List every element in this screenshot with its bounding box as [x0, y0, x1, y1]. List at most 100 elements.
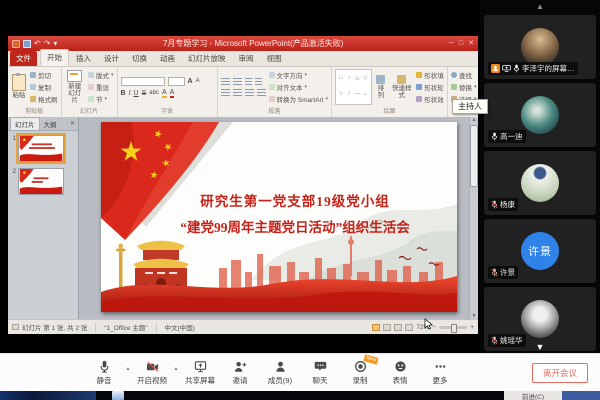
redo-icon[interactable]: ↷ — [44, 39, 51, 48]
quick-styles-button[interactable]: 快速样式 — [390, 69, 413, 105]
shapes-gallery[interactable]: □ ○ △ ◇ ☆ / — ↔ — [334, 69, 372, 105]
slide-title-line1[interactable]: 研究生第一党支部19级党小组 — [200, 193, 390, 209]
slide-canvas[interactable]: 研究生第一党支部19级党小组 “建党99周年主题党日活动”组织生活会 — [100, 122, 457, 312]
title-bar[interactable]: ↶ ↷ ▾ 7月专题学习 - Microsoft PowerPoint(产品激活… — [8, 36, 478, 51]
normal-view-button[interactable] — [372, 323, 381, 331]
chat-button[interactable]: 聊天 — [300, 360, 340, 386]
share-screen-button[interactable]: 共享屏幕 — [180, 360, 220, 386]
slide-sorter-view-button[interactable] — [383, 323, 392, 331]
smartart-button[interactable]: 转换为 SmartArt ▾ — [268, 94, 328, 104]
panel-close-icon[interactable]: ✕ — [70, 120, 78, 127]
align-text-button[interactable]: 对齐文本 ▾ — [268, 82, 328, 92]
mute-options-caret-icon[interactable]: ▲ — [124, 366, 132, 372]
dropdown-icon: ▾ — [304, 84, 308, 90]
underline-button[interactable]: U — [134, 90, 139, 97]
copy-button[interactable]: 复制 — [30, 82, 58, 92]
invite-button[interactable]: 邀请 — [220, 360, 260, 386]
text-direction-button[interactable]: 文字方向 ▾ — [268, 70, 328, 80]
font-color-button[interactable]: A — [169, 89, 175, 98]
bullets-icon[interactable] — [220, 78, 230, 85]
align-left-icon[interactable] — [220, 89, 230, 96]
numbering-icon[interactable] — [232, 78, 242, 85]
participant-tile[interactable]: 许景 许景 — [484, 219, 596, 283]
outline-tab[interactable]: 大纲 — [40, 118, 61, 130]
undo-icon[interactable]: ↶ — [34, 39, 41, 48]
tab-insert[interactable]: 插入 — [70, 51, 97, 66]
slides-tab[interactable]: 幻灯片 — [10, 117, 40, 130]
tab-review[interactable]: 审阅 — [233, 51, 260, 66]
mail-app-icon[interactable] — [112, 391, 124, 400]
tab-slideshow[interactable]: 幻灯片放映 — [182, 51, 232, 66]
zoom-in-button[interactable]: + — [470, 324, 474, 331]
layout-button[interactable]: 版式 ▾ — [87, 70, 114, 80]
cut-button[interactable]: 剪切 — [30, 70, 58, 80]
slide-1-thumb-art — [19, 136, 63, 161]
indent-increase-icon[interactable] — [254, 78, 262, 85]
reset-button[interactable]: 重设 — [87, 82, 114, 92]
align-right-icon[interactable] — [244, 89, 254, 96]
strikethrough-button[interactable]: S — [142, 90, 147, 97]
text-effects-button[interactable]: A — [161, 89, 167, 98]
emoji-button[interactable]: 表情 — [380, 360, 420, 386]
scrollbar-up-icon[interactable]: ▲ — [472, 117, 477, 123]
zoom-slider[interactable] — [439, 323, 468, 333]
tab-home[interactable]: 开始 — [40, 49, 69, 66]
arrange-button[interactable]: 排列 — [375, 69, 388, 105]
bold-button[interactable]: B — [121, 90, 126, 97]
tab-animations[interactable]: 动画 — [154, 51, 181, 66]
language-indicator[interactable]: 中文(中国) — [165, 322, 195, 332]
shrink-font-button[interactable]: A — [196, 78, 200, 84]
slide-2-thumbnail[interactable] — [18, 168, 64, 195]
members-button[interactable]: 成员(9) — [260, 360, 300, 386]
format-painter-button[interactable]: 格式刷 — [30, 94, 58, 104]
powerpoint-app-icon[interactable] — [12, 39, 20, 48]
clear-formatting-button[interactable]: abc — [149, 90, 159, 96]
background-dialog-button[interactable]: 前进(C) — [504, 391, 562, 400]
slide-title-line2[interactable]: “建党99周年主题党日活动”组织生活会 — [180, 219, 410, 235]
zoom-slider-thumb[interactable] — [451, 323, 458, 333]
justify-icon[interactable] — [256, 89, 266, 96]
indent-decrease-icon[interactable] — [244, 78, 252, 85]
italic-button[interactable]: I — [129, 90, 131, 97]
maximize-button[interactable]: □ — [459, 40, 463, 47]
reading-view-button[interactable] — [394, 323, 403, 331]
tab-file[interactable]: 文件 — [10, 51, 37, 66]
start-video-button[interactable]: 开启视频 — [132, 360, 172, 386]
scrollbar-thumb[interactable] — [470, 125, 478, 187]
taskbar-preview-image[interactable] — [0, 391, 96, 400]
save-icon[interactable] — [23, 39, 31, 48]
record-button[interactable]: New 录制 — [340, 353, 380, 386]
shape-outline-button[interactable]: 形状轮廓 — [416, 82, 444, 92]
vertical-scrollbar[interactable]: ▲ ▼ — [469, 117, 478, 319]
tab-transitions[interactable]: 切换 — [126, 51, 153, 66]
participants-scroll-down-icon[interactable]: ▼ — [536, 343, 545, 352]
font-name-select[interactable] — [120, 76, 165, 86]
more-button[interactable]: 更多 — [420, 360, 460, 386]
slide-1-thumbnail[interactable] — [16, 133, 66, 164]
paste-button[interactable]: 粘贴 — [11, 69, 27, 105]
grow-font-button[interactable]: A — [188, 78, 193, 85]
participant-tile-screen-share[interactable]: 李泽宇的屏幕… — [484, 15, 596, 79]
dropdown-icon: ▾ — [304, 72, 308, 78]
minimize-button[interactable]: ─ — [449, 40, 454, 47]
shape-fill-button[interactable]: 形状填充 — [416, 70, 444, 80]
tab-design[interactable]: 设计 — [98, 51, 125, 66]
slides-panel: 幻灯片 大纲 ✕ 1 2 — [8, 117, 79, 319]
find-button[interactable]: 查找 — [450, 70, 477, 80]
slideshow-view-button[interactable] — [405, 323, 414, 331]
close-button[interactable]: ✕ — [468, 40, 474, 47]
mute-button[interactable]: 静音 — [84, 360, 124, 386]
shape-effects-button[interactable]: 形状效果 — [416, 94, 444, 104]
font-size-select[interactable] — [167, 76, 185, 86]
section-button[interactable]: 节 ▾ — [87, 94, 114, 104]
align-center-icon[interactable] — [232, 89, 242, 96]
tab-view[interactable]: 视图 — [261, 51, 288, 66]
scrollbar-down-icon[interactable]: ▼ — [472, 313, 477, 319]
video-options-caret-icon[interactable]: ▲ — [172, 366, 180, 372]
participants-scroll-up-icon[interactable]: ▲ — [536, 3, 544, 11]
participant-tile[interactable]: 高一迪 — [484, 83, 596, 147]
leave-meeting-button[interactable]: 离开会议 — [531, 362, 588, 383]
participant-tile[interactable]: 杨康 — [484, 151, 596, 215]
new-slide-button[interactable]: 新建幻灯片 — [65, 69, 85, 105]
replace-button[interactable]: 替换 ▾ — [450, 82, 476, 92]
